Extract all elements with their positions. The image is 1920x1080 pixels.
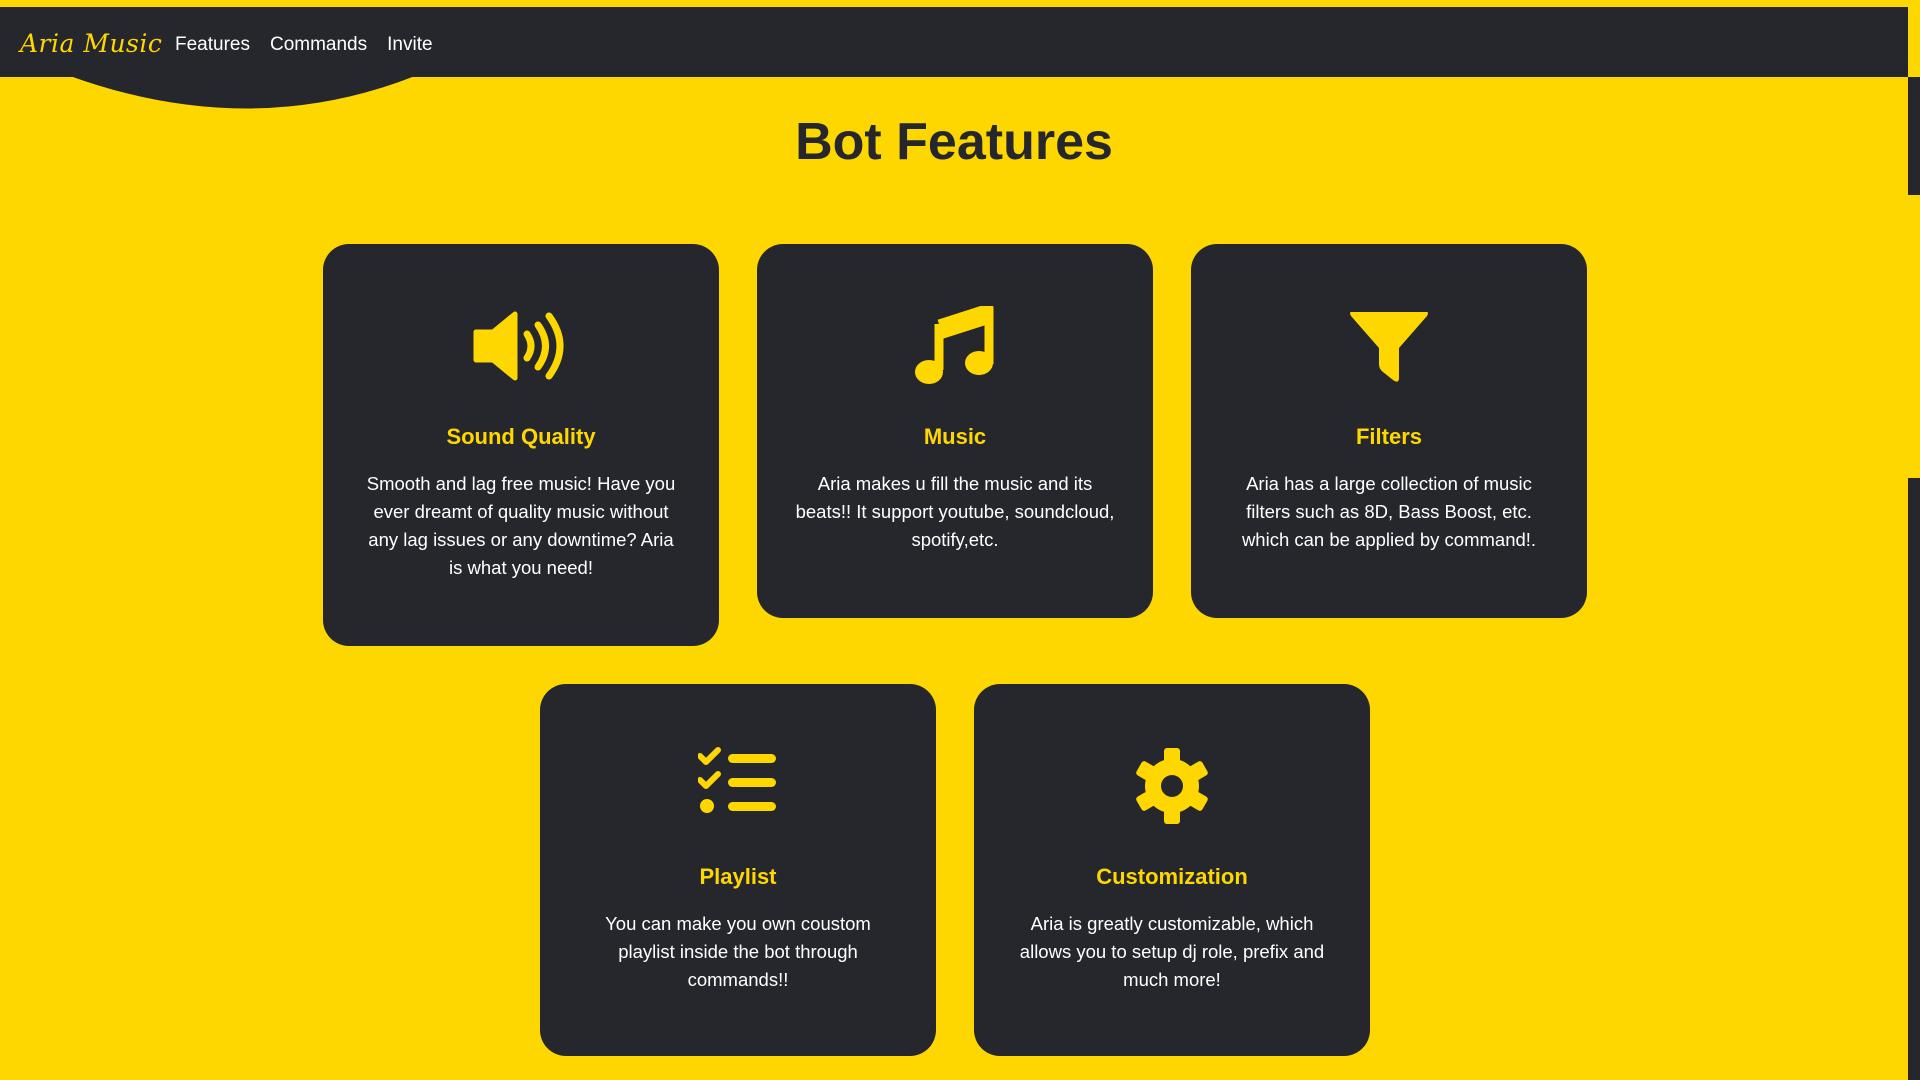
card-description: Aria is greatly customizable, which allo… [1019,913,1325,990]
card-description: Aria has a large collection of music fil… [1241,473,1537,550]
top-strip [0,0,1920,7]
card-title: Music [923,424,987,449]
gear-icon [974,746,1370,826]
brand-logo[interactable]: Aria Music [20,29,162,58]
feature-card-customization: Customization Aria is greatly customizab… [974,684,1370,1056]
speaker-icon [323,306,719,386]
checklist-icon [540,746,936,826]
card-title: Playlist [699,864,777,889]
card-description: You can make you own coustom playlist in… [605,913,871,990]
nav-link-invite[interactable]: Invite [387,34,432,56]
nav-link-commands[interactable]: Commands [270,34,367,56]
nav-links: Features Commands Invite [175,34,433,56]
feature-card-filters: Filters Aria has a large collection of m… [1191,244,1587,618]
card-title: Customization [1096,864,1248,889]
card-description: Aria makes u fill the music and its beat… [795,473,1115,550]
navbar: Aria Music Features Commands Invite [0,7,1908,77]
card-title: Filters [1355,424,1423,449]
feature-card-music: Music Aria makes u fill the music and it… [757,244,1153,618]
scrollbar-segment-bottom [1908,478,1920,1080]
card-description: Smooth and lag free music! Have you ever… [366,473,676,578]
page-title: Bot Features [795,113,1113,171]
card-title: Sound Quality [446,424,596,449]
filter-icon [1191,306,1587,386]
nav-link-features[interactable]: Features [175,34,250,56]
music-note-icon [757,306,1153,386]
scrollbar-segment-top [1908,77,1920,195]
feature-card-sound-quality: Sound Quality Smooth and lag free music!… [323,244,719,646]
feature-card-playlist: Playlist You can make you own coustom pl… [540,684,936,1056]
